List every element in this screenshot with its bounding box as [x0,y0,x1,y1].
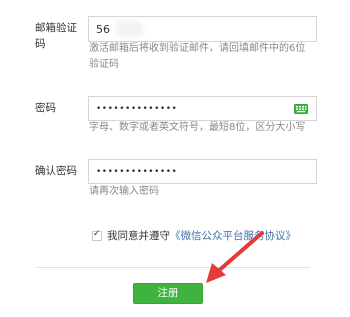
confirm-password-label: 确认密码 [35,165,77,177]
email-code-input[interactable]: 56 [88,16,317,42]
confirm-password-hint: 请再次输入密码 [89,186,159,197]
check-mark-icon: ✓ [93,229,101,239]
confirm-password-input[interactable]: •••••••••••••• [88,159,317,184]
password-value: •••••••••••••• [96,104,178,114]
email-code-label: 邮箱验证 码 [35,20,77,52]
register-button[interactable]: 注册 [133,283,203,304]
password-hint: 字母、数字或者英文符号，最短8位，区分大小写 [89,122,306,133]
email-code-hint-line2: 验证码 [89,59,119,70]
email-code-label-line2: 码 [35,38,46,50]
blurred-text [117,21,143,37]
agreement-checkbox[interactable]: ✓ [92,229,102,241]
email-code-label-line1: 邮箱验证 [35,22,77,34]
red-arrow-annotation [206,231,264,283]
agreement-text: 我同意并遵守 [107,230,170,242]
confirm-password-value: •••••••••••••• [96,167,178,177]
password-input[interactable]: •••••••••••••• [88,96,317,121]
password-label: 密码 [35,102,56,114]
email-code-hint: 激活邮箱后将收到验证邮件，请回填邮件中的6位 验证码 [89,41,344,73]
email-code-hint-line1: 激活邮箱后将收到验证邮件，请回填邮件中的6位 [89,43,306,54]
keyboard-icon[interactable] [294,104,308,117]
email-code-value: 56 [96,23,110,36]
